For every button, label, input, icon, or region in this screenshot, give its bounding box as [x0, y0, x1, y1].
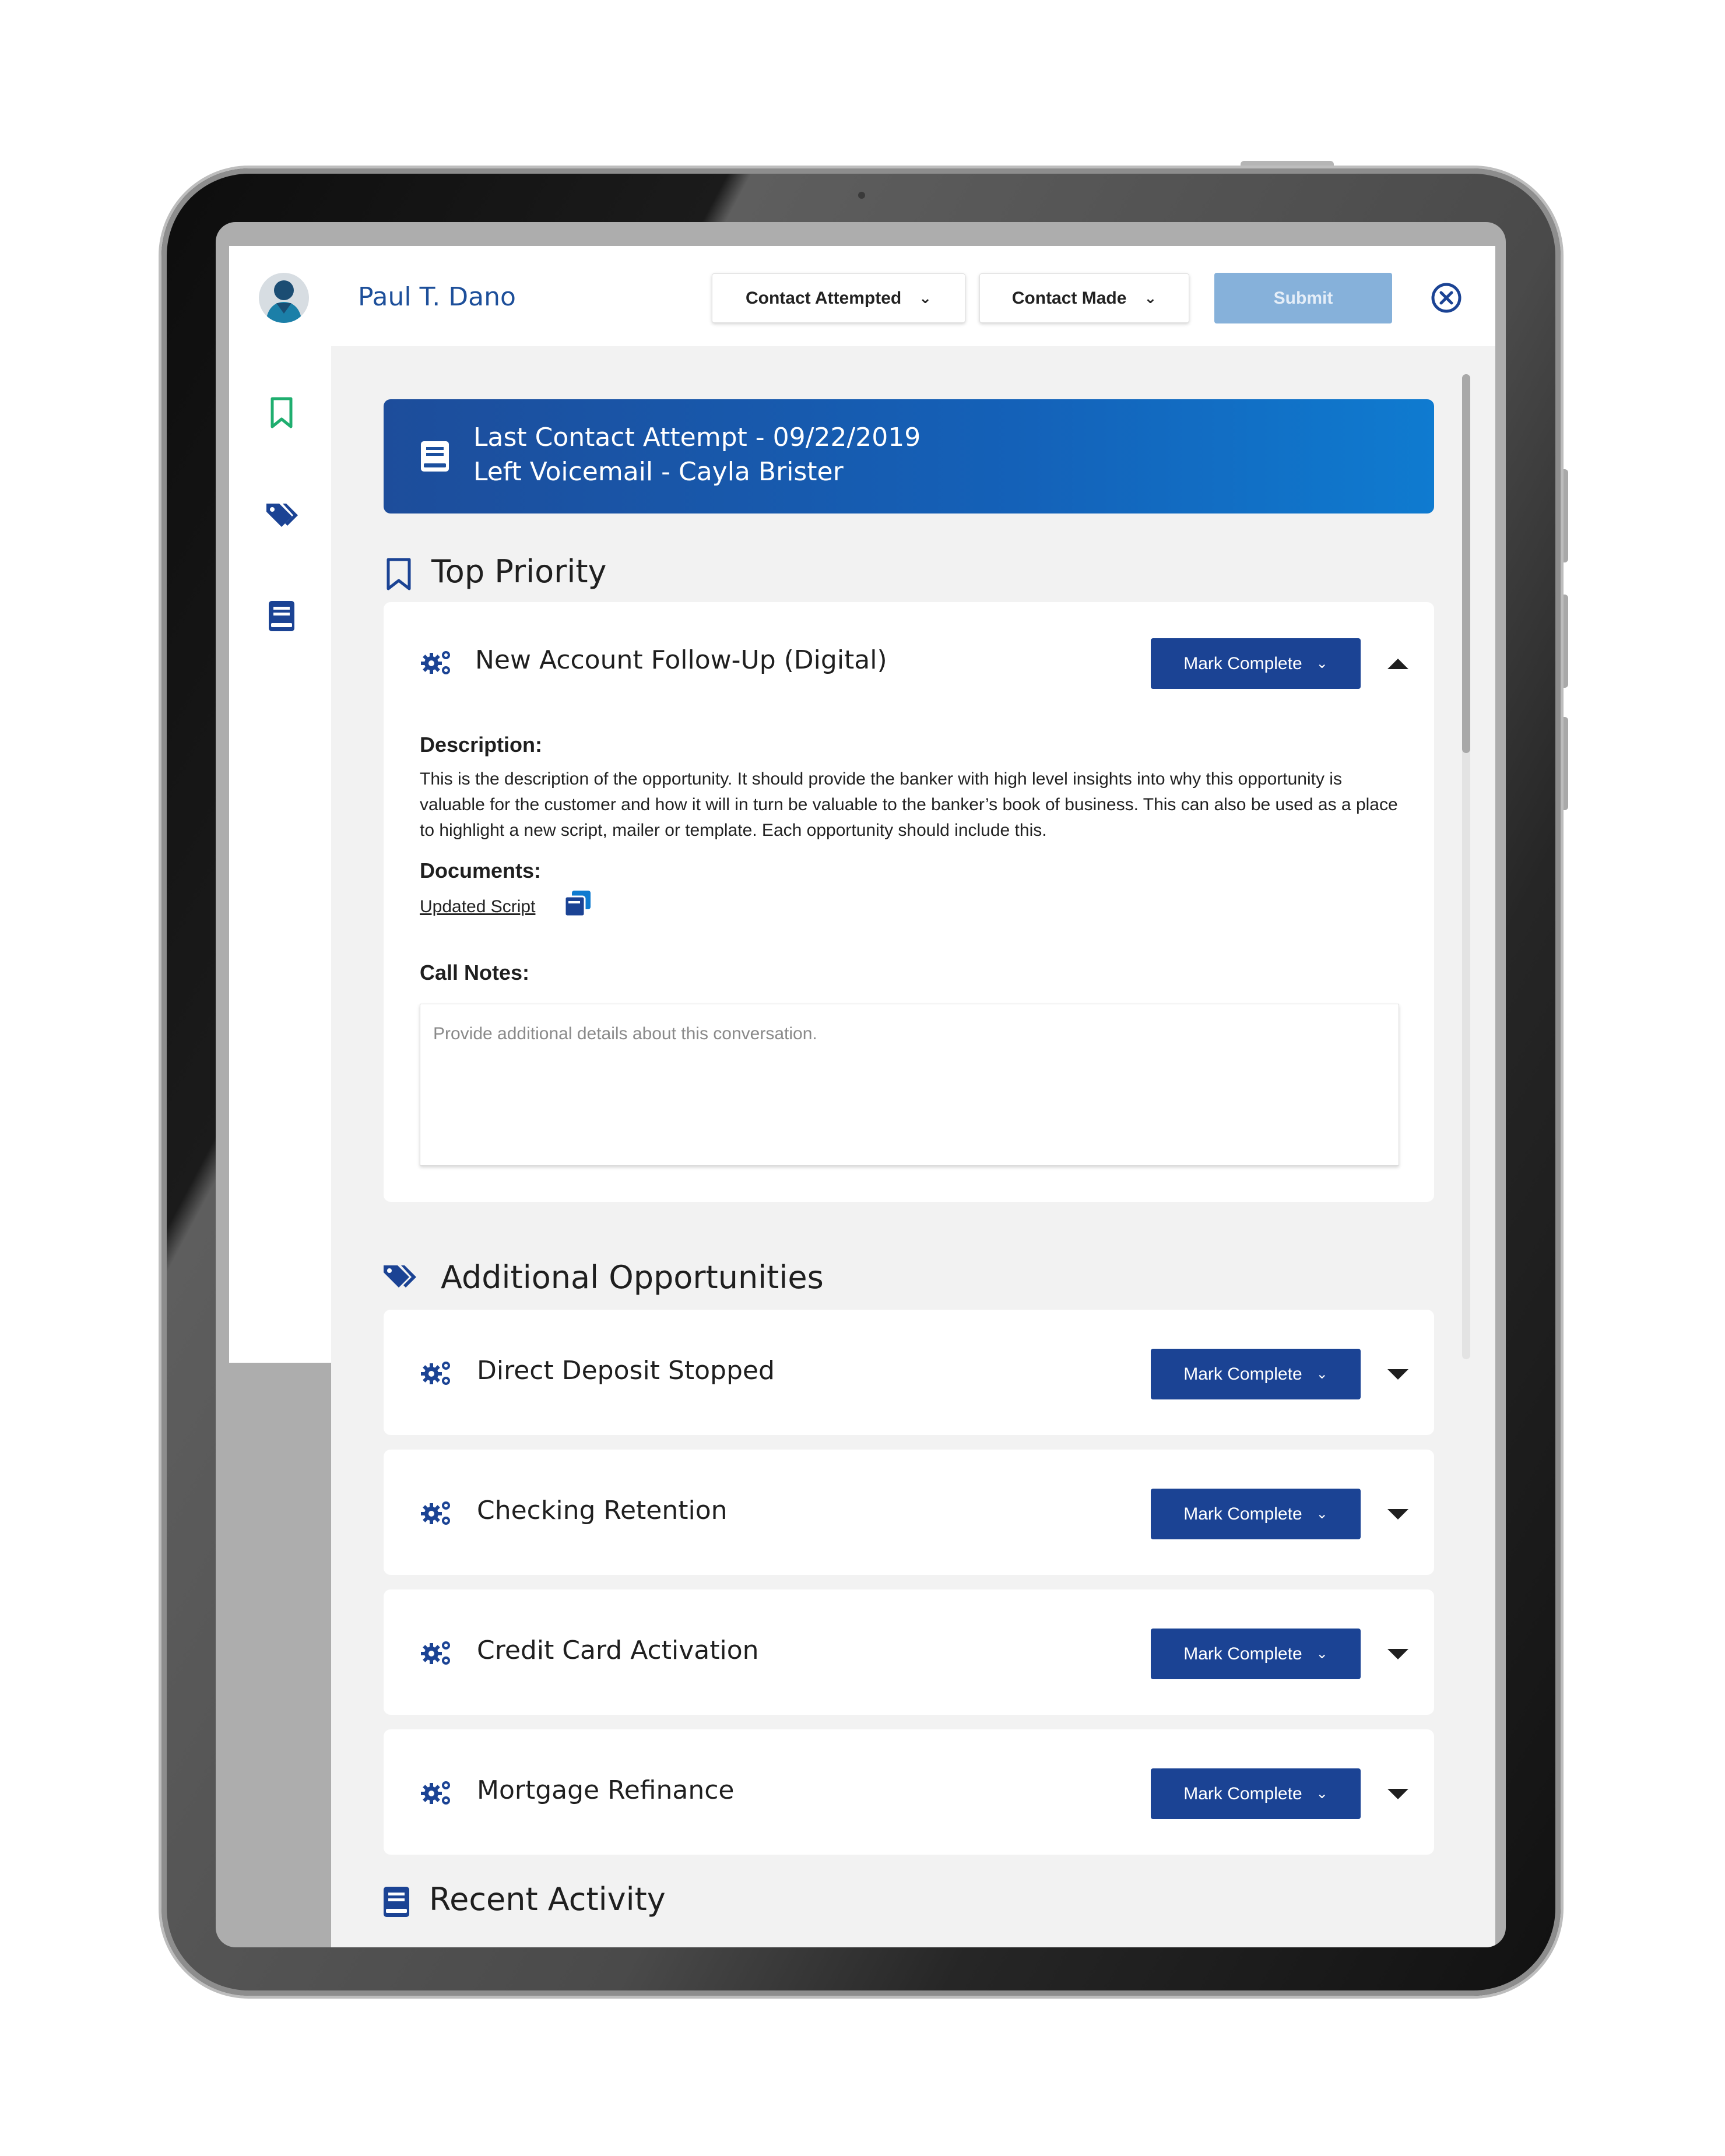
call-notes-placeholder: Provide additional details about this co… — [433, 1024, 817, 1043]
chevron-down-icon: ⌄ — [1316, 656, 1328, 671]
device-side-button — [1560, 595, 1568, 688]
gears-icon — [421, 1501, 450, 1525]
device-side-button — [1560, 717, 1568, 810]
gears-icon — [421, 1781, 450, 1805]
opportunity-card[interactable]: Credit Card Activation Mark Complete ⌄ — [384, 1589, 1434, 1715]
caret-down-icon[interactable] — [1387, 1509, 1408, 1520]
opportunity-title: Direct Deposit Stopped — [477, 1356, 775, 1385]
chevron-down-icon: ⌄ — [919, 289, 932, 307]
contact-made-dropdown[interactable]: Contact Made ⌄ — [979, 273, 1189, 323]
opportunity-card[interactable]: Checking Retention Mark Complete ⌄ — [384, 1450, 1434, 1575]
bookmark-icon[interactable] — [264, 395, 299, 430]
section-title-top-priority: Top Priority — [431, 553, 607, 590]
scrollbar-thumb[interactable] — [1462, 374, 1470, 753]
book-icon[interactable] — [264, 599, 299, 634]
caret-up-icon[interactable] — [1387, 659, 1408, 669]
header-bar: Paul T. Dano Contact Attempted ⌄ Contact… — [229, 246, 1495, 346]
opportunity-title: Checking Retention — [477, 1496, 728, 1525]
opportunity-title: Mortgage Refinance — [477, 1775, 735, 1805]
call-notes-label: Call Notes: — [420, 961, 530, 984]
camera-dot — [858, 192, 865, 199]
bookmark-icon — [387, 558, 411, 590]
chevron-down-icon: ⌄ — [1316, 1646, 1328, 1662]
caret-down-icon[interactable] — [1387, 1649, 1408, 1659]
section-title-recent-activity: Recent Activity — [429, 1881, 666, 1918]
updated-script-link[interactable]: Updated Script — [420, 897, 535, 917]
section-title-additional-opportunities: Additional Opportunities — [441, 1259, 824, 1296]
device-side-button — [1560, 469, 1568, 562]
last-contact-date: Last Contact Attempt - 09/22/2019 — [473, 423, 921, 452]
mark-complete-button[interactable]: Mark Complete ⌄ — [1151, 1768, 1361, 1819]
book-icon — [421, 441, 449, 472]
close-icon[interactable] — [1431, 282, 1462, 314]
last-contact-result: Left Voicemail - Cayla Brister — [473, 457, 844, 487]
chevron-down-icon: ⌄ — [1316, 1366, 1328, 1382]
caret-down-icon[interactable] — [1387, 1789, 1408, 1799]
tags-icon[interactable] — [264, 498, 299, 533]
gears-icon — [421, 1641, 450, 1665]
opportunity-title: New Account Follow-Up (Digital) — [475, 645, 887, 675]
top-priority-card: New Account Follow-Up (Digital) Mark Com… — [384, 602, 1434, 1202]
caret-down-icon[interactable] — [1387, 1369, 1408, 1380]
mark-complete-button[interactable]: Mark Complete ⌄ — [1151, 638, 1361, 689]
mark-complete-label: Mark Complete — [1183, 1364, 1302, 1384]
chevron-down-icon: ⌄ — [1316, 1786, 1328, 1802]
mark-complete-label: Mark Complete — [1183, 653, 1302, 673]
gears-icon — [421, 1362, 450, 1385]
contact-made-label: Contact Made — [1011, 288, 1127, 308]
documents-label: Documents: — [420, 859, 542, 882]
tags-icon — [384, 1265, 416, 1288]
mark-complete-label: Mark Complete — [1183, 1784, 1302, 1803]
mark-complete-label: Mark Complete — [1183, 1644, 1302, 1663]
book-icon — [384, 1887, 409, 1917]
description-label: Description: — [420, 733, 543, 757]
gears-icon — [421, 651, 450, 674]
mark-complete-button[interactable]: Mark Complete ⌄ — [1151, 1489, 1361, 1539]
last-contact-banner: Last Contact Attempt - 09/22/2019 Left V… — [384, 399, 1434, 513]
opportunity-card[interactable]: Mortgage Refinance Mark Complete ⌄ — [384, 1729, 1434, 1855]
mark-complete-button[interactable]: Mark Complete ⌄ — [1151, 1629, 1361, 1679]
description-text: This is the description of the opportuni… — [420, 769, 1398, 840]
mark-complete-label: Mark Complete — [1183, 1504, 1302, 1524]
copy-icon[interactable] — [563, 888, 593, 919]
tablet-screen: Paul T. Dano Contact Attempted ⌄ Contact… — [216, 222, 1506, 1947]
chevron-down-icon: ⌄ — [1144, 289, 1157, 307]
mark-complete-button[interactable]: Mark Complete ⌄ — [1151, 1349, 1361, 1399]
main-content: Last Contact Attempt - 09/22/2019 Left V… — [331, 346, 1495, 1947]
chevron-down-icon: ⌄ — [1316, 1506, 1328, 1522]
sidebar — [229, 346, 331, 1363]
call-notes-input[interactable]: Provide additional details about this co… — [420, 1004, 1399, 1166]
opportunity-title: Credit Card Activation — [477, 1636, 759, 1665]
contact-attempted-dropdown[interactable]: Contact Attempted ⌄ — [712, 273, 965, 323]
submit-button[interactable]: Submit — [1214, 273, 1392, 323]
app-window: Paul T. Dano Contact Attempted ⌄ Contact… — [229, 246, 1495, 1947]
opportunity-card[interactable]: Direct Deposit Stopped Mark Complete ⌄ — [384, 1310, 1434, 1435]
user-silhouette-icon[interactable] — [259, 273, 309, 323]
contact-attempted-label: Contact Attempted — [745, 288, 902, 308]
customer-name: Paul T. Dano — [358, 282, 516, 312]
